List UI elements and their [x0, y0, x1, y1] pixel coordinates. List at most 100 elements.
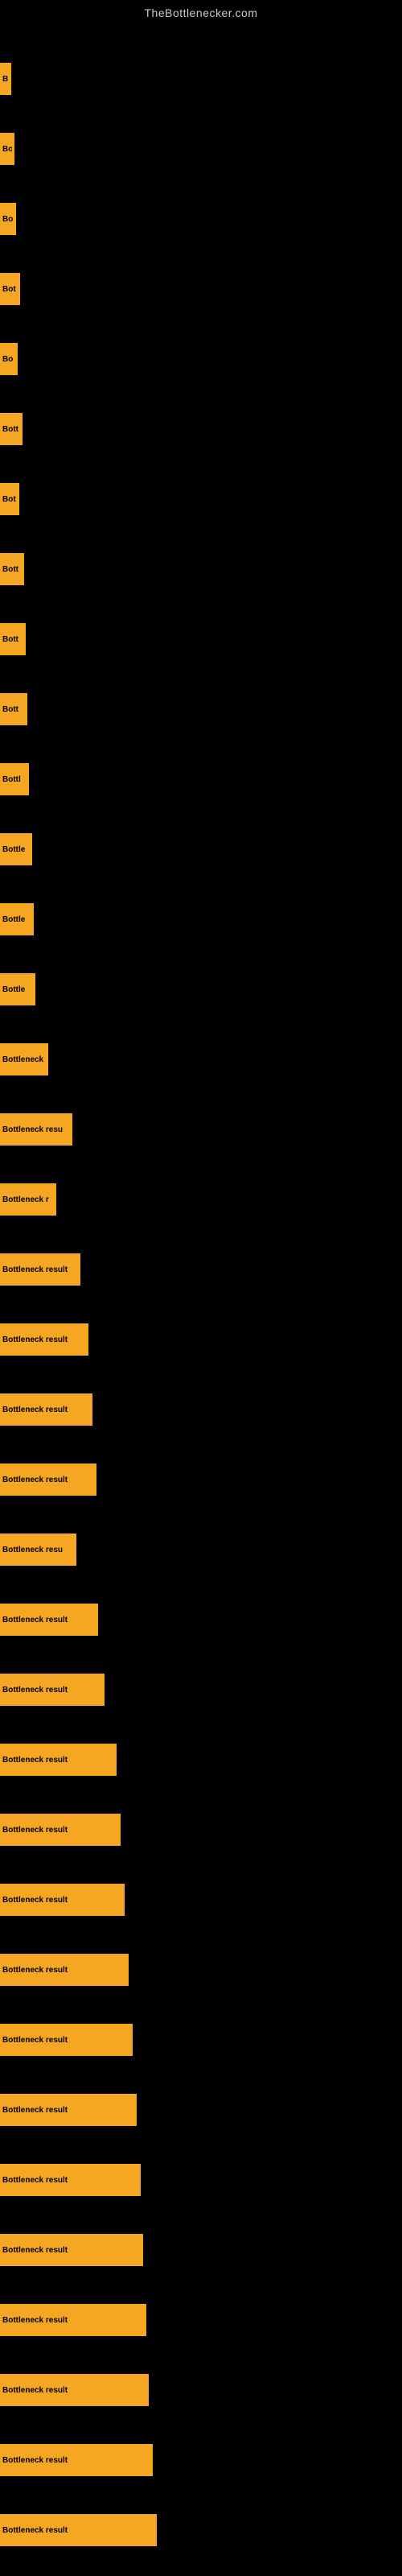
- result-bar: Bottle: [0, 973, 35, 1005]
- bar-label: Bottleneck result: [2, 2316, 68, 2325]
- result-bar: Bo: [0, 203, 16, 235]
- bar-container: Bottleneck result: [0, 2218, 402, 2282]
- bar-container: Bottleneck: [0, 1027, 402, 1092]
- bar-container: Bottleneck result: [0, 1377, 402, 1442]
- bar-label: Bottleneck result: [2, 1756, 68, 1765]
- bar-container: Bott: [0, 397, 402, 461]
- bar-container: Bottleneck resu: [0, 1517, 402, 1582]
- result-bar: Bot: [0, 273, 20, 305]
- result-bar: Bottleneck result: [0, 1323, 88, 1356]
- bar-label: Bo: [2, 215, 13, 224]
- bar-label: Bottleneck result: [2, 1896, 68, 1905]
- result-bar: Bottleneck result: [0, 2304, 146, 2336]
- bar-label: Bo: [2, 145, 12, 154]
- bar-container: Bottleneck result: [0, 1728, 402, 1792]
- bar-container: Bo: [0, 117, 402, 181]
- bar-label: Bottleneck r: [2, 1195, 49, 1204]
- result-bar: Bottl: [0, 763, 29, 795]
- bar-container: Bottl: [0, 747, 402, 811]
- bar-label: Bottleneck result: [2, 2106, 68, 2115]
- bar-label: Bottleneck result: [2, 1406, 68, 1414]
- result-bar: Bottleneck result: [0, 1604, 98, 1636]
- bar-container: Bottleneck result: [0, 1798, 402, 1862]
- result-bar: Bottleneck result: [0, 1674, 105, 1706]
- result-bar: Bottle: [0, 833, 32, 865]
- result-bar: Bottleneck result: [0, 1744, 117, 1776]
- bar-label: Bott: [2, 565, 18, 574]
- bar-container: Bottleneck r: [0, 1167, 402, 1232]
- bar-label: Bottleneck result: [2, 2386, 68, 2395]
- result-bar: Bott: [0, 553, 24, 585]
- bar-container: Bottleneck result: [0, 1657, 402, 1722]
- bar-label: Bottleneck result: [2, 1686, 68, 1695]
- bar-label: Bott: [2, 635, 18, 644]
- bar-container: Bottle: [0, 957, 402, 1022]
- bar-container: Bottleneck result: [0, 1447, 402, 1512]
- bar-container: Bottleneck result: [0, 2148, 402, 2212]
- bar-container: Bott: [0, 677, 402, 741]
- bar-container: Bott: [0, 607, 402, 671]
- bar-label: Bottle: [2, 915, 25, 924]
- bar-label: Bottleneck result: [2, 1616, 68, 1624]
- bar-container: Bottleneck result: [0, 1938, 402, 2002]
- bar-container: Bot: [0, 467, 402, 531]
- bar-label: B: [2, 75, 8, 84]
- result-bar: Bottleneck: [0, 1043, 48, 1075]
- bar-label: Bot: [2, 285, 16, 294]
- bar-label: Bottleneck resu: [2, 1125, 63, 1134]
- result-bar: Bottleneck result: [0, 2234, 143, 2266]
- bar-container: Bottleneck result: [0, 2358, 402, 2422]
- bar-container: Bottleneck resu: [0, 1097, 402, 1162]
- bar-label: Bottle: [2, 845, 25, 854]
- result-bar: Bottleneck result: [0, 2444, 153, 2476]
- result-bar: Bottleneck result: [0, 2024, 133, 2056]
- result-bar: Bottleneck result: [0, 2514, 157, 2546]
- bar-container: Bottleneck result: [0, 2498, 402, 2562]
- site-title: TheBottlenecker.com: [0, 0, 402, 23]
- bar-label: Bottleneck result: [2, 2036, 68, 2045]
- bar-container: B: [0, 47, 402, 111]
- bar-label: Bottleneck resu: [2, 1546, 63, 1554]
- bar-label: Bottleneck: [2, 1055, 43, 1064]
- bar-container: Bottleneck result: [0, 1587, 402, 1652]
- result-bar: Bottleneck result: [0, 1253, 80, 1286]
- bar-container: Bottle: [0, 817, 402, 881]
- result-bar: Bottleneck result: [0, 1954, 129, 1986]
- result-bar: Bot: [0, 483, 19, 515]
- bar-container: Bottleneck result: [0, 2428, 402, 2492]
- bar-label: Bottleneck result: [2, 2456, 68, 2465]
- bar-container: Bottleneck result: [0, 1868, 402, 1932]
- result-bar: Bott: [0, 413, 23, 445]
- bar-label: Bott: [2, 425, 18, 434]
- bar-container: Bo: [0, 187, 402, 251]
- result-bar: Bottleneck result: [0, 2094, 137, 2126]
- bar-container: Bottleneck result: [0, 2008, 402, 2072]
- result-bar: Bottleneck resu: [0, 1534, 76, 1566]
- bar-container: Bo: [0, 327, 402, 391]
- result-bar: Bottleneck result: [0, 2374, 149, 2406]
- bar-container: Bottle: [0, 887, 402, 952]
- result-bar: Bo: [0, 133, 14, 165]
- bar-label: Bottleneck result: [2, 1476, 68, 1484]
- bar-label: Bottleneck result: [2, 2246, 68, 2255]
- bar-label: Bo: [2, 355, 13, 364]
- bar-label: Bottleneck result: [2, 1335, 68, 1344]
- result-bar: Bottleneck result: [0, 2164, 141, 2196]
- result-bar: Bottleneck resu: [0, 1113, 72, 1146]
- bar-container: Bottleneck result: [0, 1237, 402, 1302]
- result-bar: B: [0, 63, 11, 95]
- bar-label: Bott: [2, 705, 18, 714]
- result-bar: Bottleneck result: [0, 1463, 96, 1496]
- bar-container: Bottleneck result: [0, 1307, 402, 1372]
- result-bar: Bottleneck result: [0, 1884, 125, 1916]
- bar-container: Bot: [0, 257, 402, 321]
- bar-container: Bott: [0, 537, 402, 601]
- bar-container: Bottleneck result: [0, 2288, 402, 2352]
- result-bar: Bottle: [0, 903, 34, 935]
- result-bar: Bott: [0, 623, 26, 655]
- bar-label: Bottleneck result: [2, 2176, 68, 2185]
- bar-container: Bottleneck result: [0, 2078, 402, 2142]
- bar-label: Bottl: [2, 775, 21, 784]
- result-bar: Bottleneck result: [0, 1393, 92, 1426]
- bar-label: Bottleneck result: [2, 2526, 68, 2535]
